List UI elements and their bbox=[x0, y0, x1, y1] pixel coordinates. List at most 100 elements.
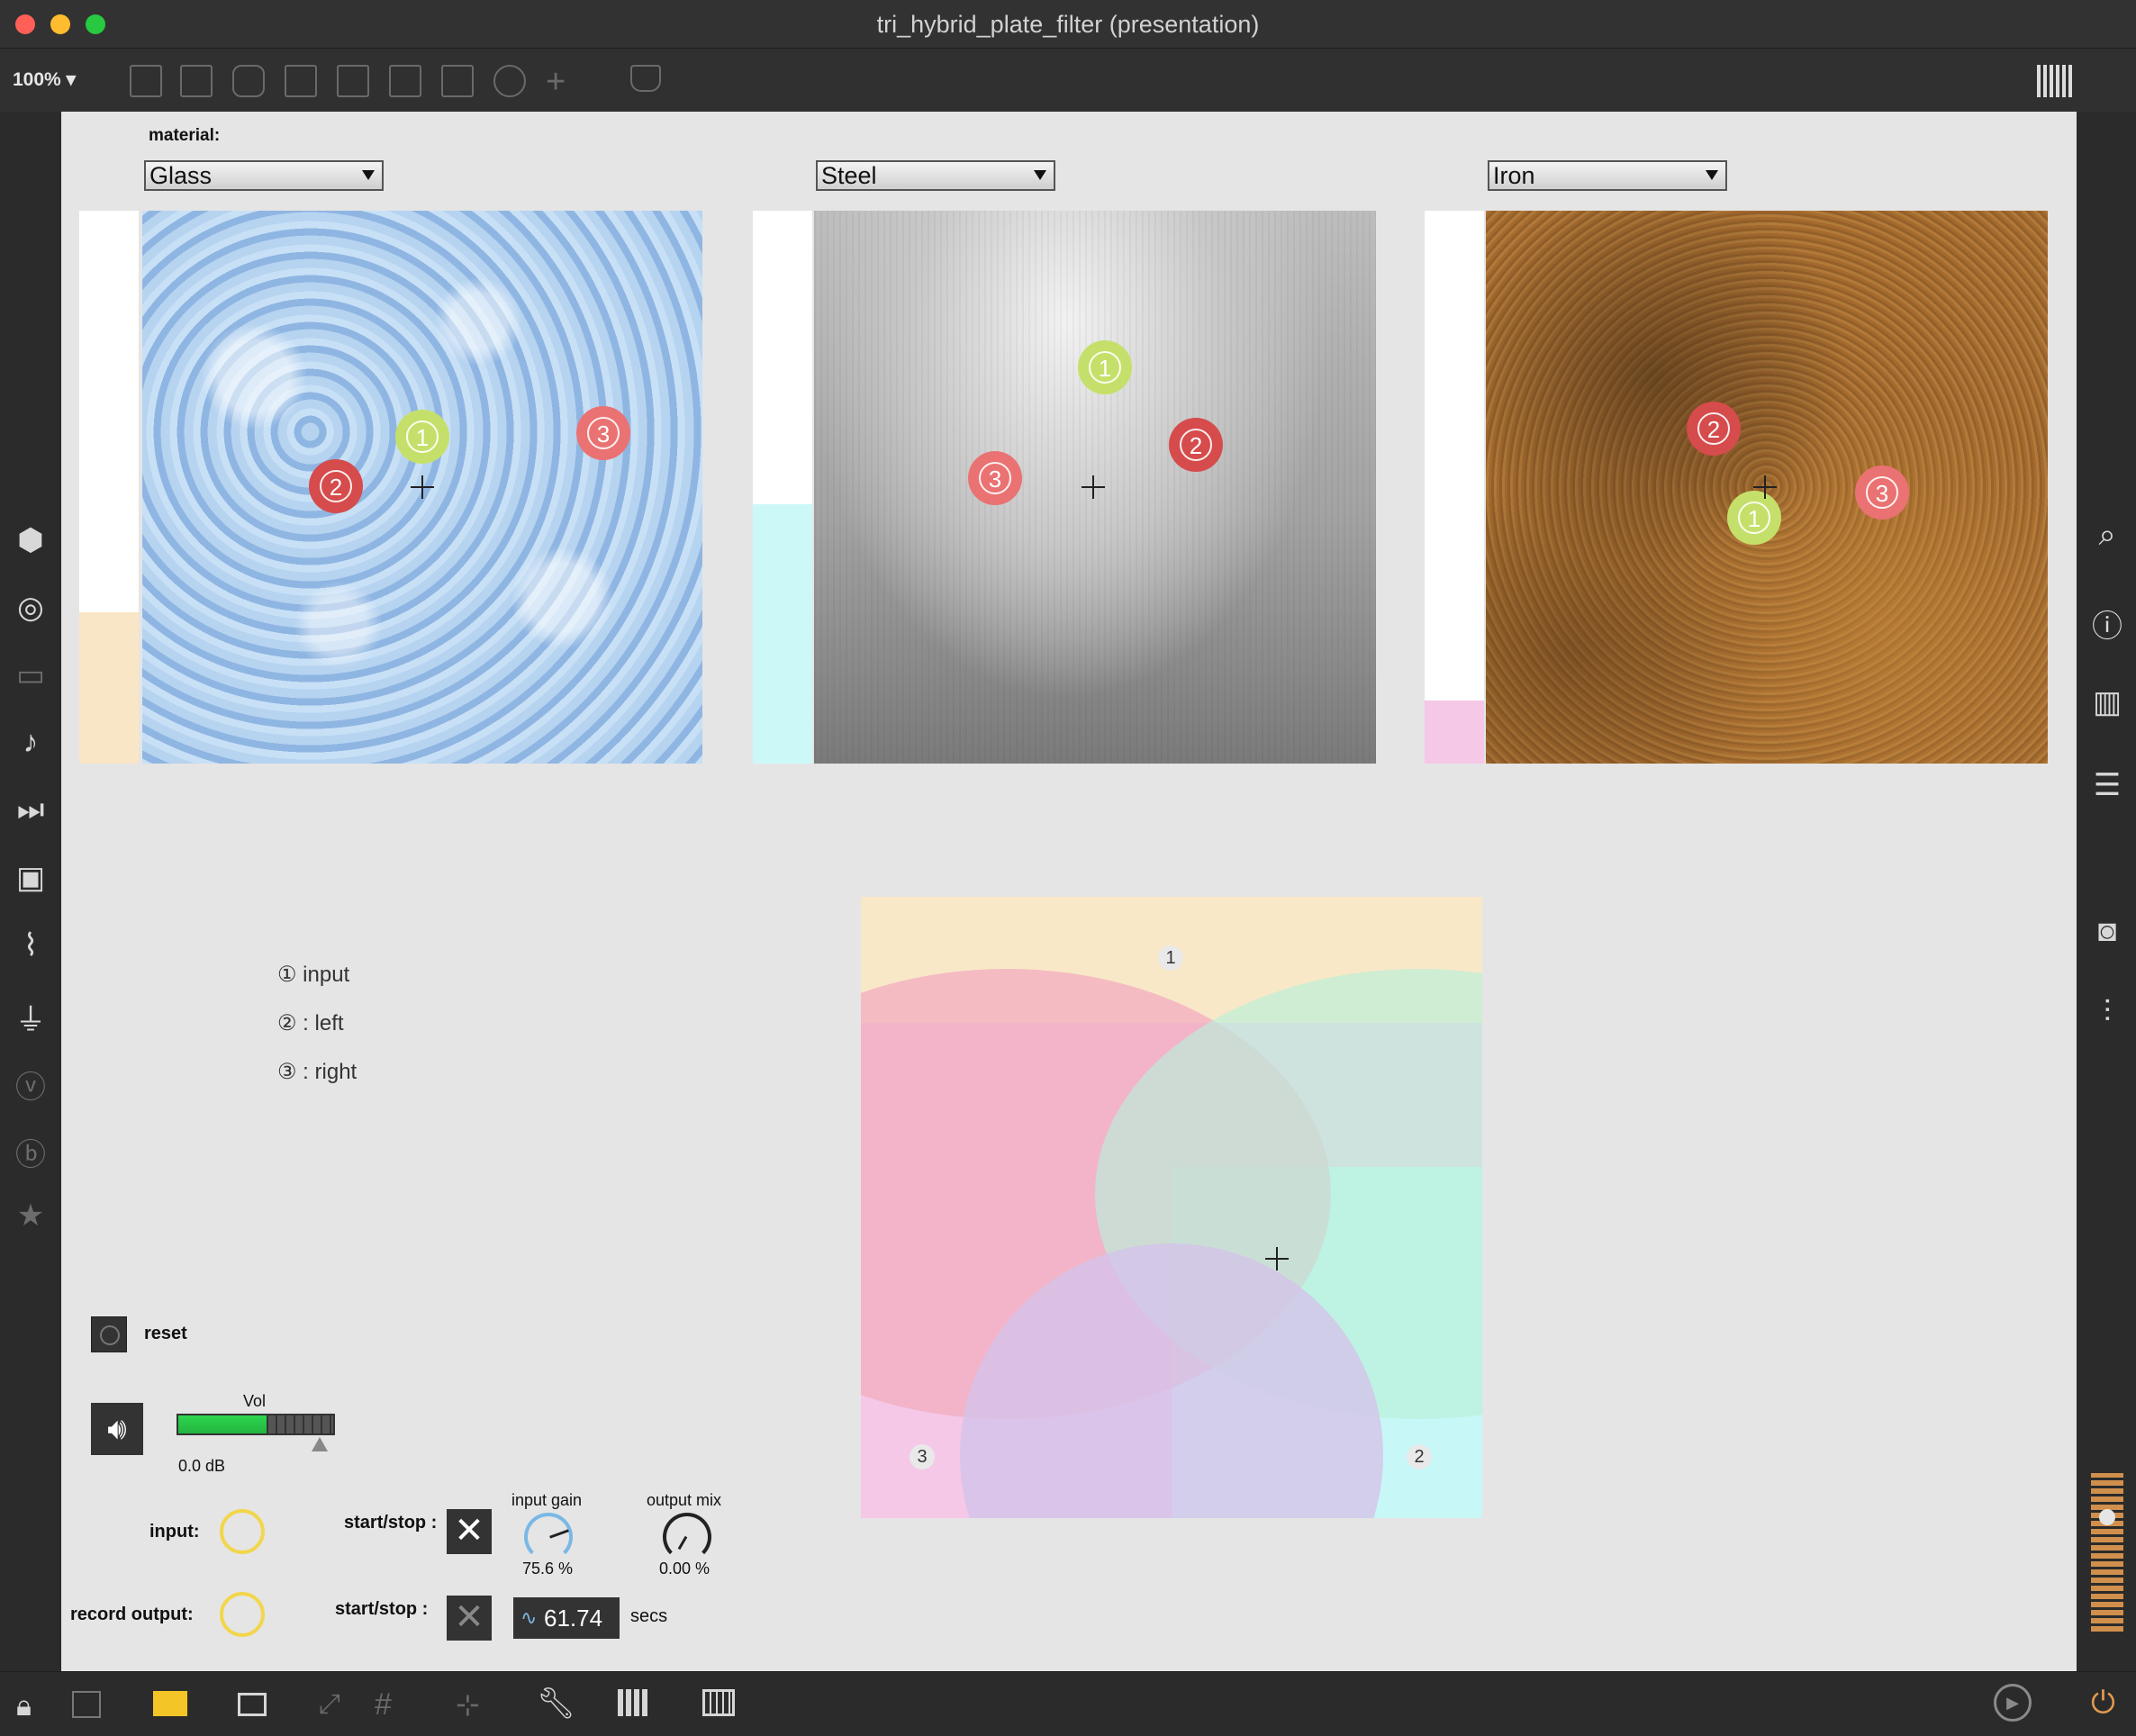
add-object-icon[interactable]: + bbox=[546, 63, 566, 102]
source-2-dot[interactable]: 2 bbox=[1687, 402, 1741, 456]
vol-slider[interactable] bbox=[176, 1414, 335, 1435]
source-3-dot[interactable]: 3 bbox=[968, 451, 1022, 505]
step-forward-icon[interactable]: ⏭ bbox=[0, 792, 61, 827]
vizzie-icon[interactable]: ⓥ bbox=[0, 1062, 61, 1107]
level-bar-1-fill bbox=[79, 612, 139, 764]
level-bar-3-fill bbox=[1425, 701, 1484, 764]
message-icon[interactable] bbox=[180, 65, 213, 97]
listener-crosshair[interactable] bbox=[1751, 474, 1778, 501]
keyboard-icon[interactable] bbox=[702, 1689, 735, 1716]
cube-icon[interactable]: ⬢ bbox=[0, 522, 61, 558]
output-mix-value: 0.00 % bbox=[659, 1560, 710, 1578]
output-mix-label: output mix bbox=[647, 1491, 722, 1509]
debug-icon[interactable]: ⤢ bbox=[319, 1689, 340, 1720]
snap-icon[interactable]: ⊹ bbox=[456, 1687, 480, 1722]
slider-icon[interactable] bbox=[441, 65, 474, 97]
dial-icon[interactable] bbox=[493, 65, 526, 97]
reset-label: reset bbox=[144, 1324, 187, 1343]
vol-handle[interactable] bbox=[312, 1437, 328, 1451]
book-icon[interactable]: ▥ bbox=[2077, 684, 2136, 720]
venn-label-3: 3 bbox=[910, 1444, 935, 1469]
legend-input: ① input bbox=[277, 963, 350, 987]
power-icon[interactable]: ⏻ bbox=[2091, 1686, 2115, 1721]
startstop-label-2: start/stop : bbox=[335, 1599, 429, 1619]
target-icon[interactable]: ◎ bbox=[0, 590, 61, 626]
chevron-down-icon bbox=[1706, 170, 1718, 180]
play-icon[interactable]: ▶ bbox=[1994, 1684, 2032, 1722]
windows-icon[interactable] bbox=[238, 1693, 267, 1716]
material-select-1[interactable]: Glass bbox=[144, 160, 384, 191]
right-sidebar bbox=[2077, 112, 2136, 1671]
reset-button[interactable] bbox=[91, 1316, 127, 1352]
timer-display: 61.74 ∿ bbox=[513, 1597, 620, 1639]
start-stop-toggle-1[interactable]: ✕ bbox=[447, 1509, 492, 1554]
select-icon[interactable] bbox=[72, 1691, 101, 1718]
star-icon[interactable]: ★ bbox=[0, 1198, 61, 1234]
video-icon[interactable]: ▭ bbox=[0, 657, 61, 693]
paperclip-icon[interactable]: ⌇ bbox=[0, 927, 61, 963]
toggle-object-icon[interactable] bbox=[285, 65, 317, 97]
venn-mixer[interactable] bbox=[861, 897, 1482, 1518]
playbar-icon[interactable] bbox=[389, 65, 421, 97]
source-1-dot[interactable]: 1 bbox=[1078, 340, 1132, 394]
level-bar-3 bbox=[1425, 211, 1484, 764]
piano-icon[interactable] bbox=[618, 1689, 650, 1716]
toolbar bbox=[0, 49, 2136, 112]
input-gain-dial[interactable] bbox=[524, 1513, 573, 1561]
vol-empty bbox=[268, 1415, 333, 1433]
listener-crosshair[interactable] bbox=[409, 474, 436, 501]
output-mix-dial[interactable] bbox=[663, 1513, 711, 1561]
source-2-dot[interactable]: 2 bbox=[309, 459, 363, 513]
source-1-dot[interactable]: 1 bbox=[395, 410, 449, 464]
material-select-3[interactable]: Iron bbox=[1488, 160, 1727, 191]
venn-label-1: 1 bbox=[1158, 945, 1183, 971]
master-volume-handle[interactable] bbox=[2099, 1509, 2115, 1525]
vol-db: 0.0 dB bbox=[178, 1457, 226, 1475]
legend-right: ③ : right bbox=[277, 1060, 358, 1084]
input-indicator[interactable] bbox=[220, 1509, 265, 1554]
input-gain-needle bbox=[549, 1529, 569, 1539]
input-gain-value: 75.6 % bbox=[522, 1560, 574, 1578]
button-object-icon[interactable] bbox=[337, 65, 369, 97]
source-2-dot[interactable]: 2 bbox=[1169, 418, 1223, 472]
reset-circle-icon bbox=[100, 1325, 120, 1345]
level-meter bbox=[2091, 1473, 2123, 1632]
grid-view-icon[interactable] bbox=[2037, 65, 2075, 97]
zoom-menu[interactable]: 100% ▾ bbox=[13, 68, 76, 91]
record-output-label: record output: bbox=[70, 1605, 194, 1624]
legend-left: ② : left bbox=[277, 1011, 344, 1035]
vol-fill bbox=[178, 1415, 267, 1433]
mixer-icon[interactable]: ⫶ bbox=[2077, 995, 2136, 1030]
wrench-icon[interactable]: 🔧︎ bbox=[537, 1686, 575, 1722]
music-note-icon[interactable]: ♪ bbox=[0, 725, 61, 760]
grid-icon[interactable]: # bbox=[375, 1687, 392, 1722]
mix-crosshair[interactable] bbox=[1263, 1245, 1290, 1272]
comment-icon[interactable] bbox=[232, 65, 265, 97]
presentation-icon[interactable] bbox=[153, 1691, 187, 1716]
speaker-toggle-button[interactable]: 🔊︎ bbox=[91, 1403, 143, 1455]
start-stop-toggle-2[interactable]: ✕ bbox=[447, 1596, 492, 1641]
info-icon[interactable]: ⓘ bbox=[2077, 601, 2136, 646]
object-icon[interactable] bbox=[130, 65, 162, 97]
venn-diagram[interactable] bbox=[861, 897, 1482, 1518]
plug-icon[interactable]: ⏚ bbox=[0, 995, 61, 1039]
list-icon[interactable]: ☰ bbox=[2077, 767, 2136, 803]
record-indicator[interactable] bbox=[220, 1592, 265, 1637]
level-bar-2-fill bbox=[753, 504, 812, 764]
material-heading: material: bbox=[149, 126, 221, 145]
lock-icon[interactable]: 🔒︎ bbox=[16, 1689, 32, 1723]
timer-unit: secs bbox=[630, 1606, 668, 1626]
paint-bucket-icon[interactable] bbox=[630, 65, 661, 92]
bpatcher-icon[interactable]: ⓑ bbox=[0, 1130, 61, 1174]
search-icon[interactable]: ⌕ bbox=[2077, 518, 2136, 553]
startstop-label-1: start/stop : bbox=[344, 1513, 438, 1533]
camera-icon[interactable]: ◙ bbox=[2077, 914, 2136, 949]
listener-crosshair[interactable] bbox=[1080, 474, 1107, 501]
window-title: tri_hybrid_plate_filter (presentation) bbox=[876, 11, 1260, 38]
source-3-dot[interactable]: 3 bbox=[576, 406, 630, 460]
image-icon[interactable]: ▣ bbox=[0, 860, 61, 896]
material-select-2[interactable]: Steel bbox=[816, 160, 1055, 191]
source-3-dot[interactable]: 3 bbox=[1855, 466, 1909, 520]
wave-icon: ∿ bbox=[520, 1606, 538, 1629]
venn-label-2: 2 bbox=[1407, 1444, 1432, 1469]
